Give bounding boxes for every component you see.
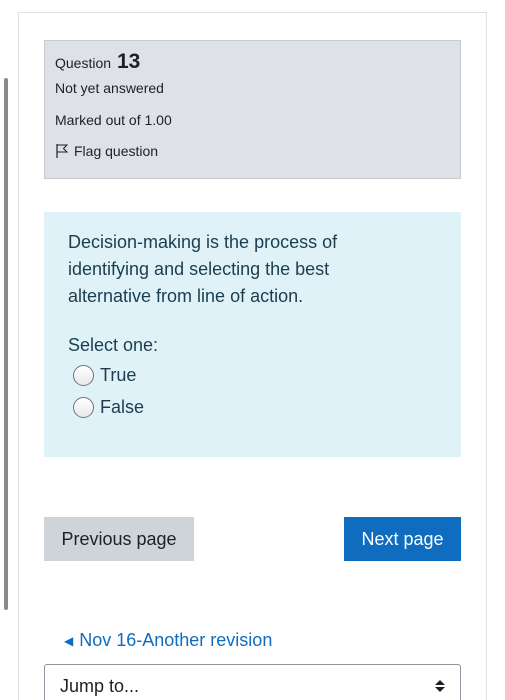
question-label: Question (55, 55, 112, 71)
jump-to-label: Jump to... (60, 675, 140, 696)
radio-true[interactable] (73, 365, 94, 386)
left-triangle-icon: ◀ (64, 633, 74, 648)
question-text: Decision-making is the process of identi… (68, 232, 338, 306)
select-arrows-icon (435, 680, 445, 692)
back-activity-label: Nov 16-Another revision (79, 630, 273, 650)
flag-question-link[interactable]: Flag question (55, 143, 450, 159)
next-page-button[interactable]: Next page (344, 517, 461, 561)
question-info-panel: Question 13 Not yet answered Marked out … (44, 40, 461, 179)
answer-option-true[interactable]: True (68, 365, 437, 386)
back-activity-link[interactable]: ◀ Nov 16-Another revision (64, 630, 272, 651)
jump-to-select[interactable]: Jump to... (44, 664, 461, 700)
scrollbar[interactable] (4, 78, 8, 610)
previous-page-button[interactable]: Previous page (44, 517, 194, 561)
flag-question-label: Flag question (74, 143, 159, 159)
option-label-true: True (100, 365, 137, 385)
answer-option-false[interactable]: False (68, 397, 437, 418)
flag-icon (56, 144, 69, 158)
question-content: Decision-making is the process of identi… (44, 212, 461, 457)
question-number: Question 13 (55, 51, 450, 74)
radio-false[interactable] (73, 397, 94, 418)
question-marks: Marked out of 1.00 (55, 112, 172, 128)
question-number-value: 13 (116, 50, 141, 73)
select-prompt: Select one: (68, 335, 159, 355)
option-label-false: False (100, 397, 145, 417)
question-status: Not yet answered (55, 80, 164, 96)
